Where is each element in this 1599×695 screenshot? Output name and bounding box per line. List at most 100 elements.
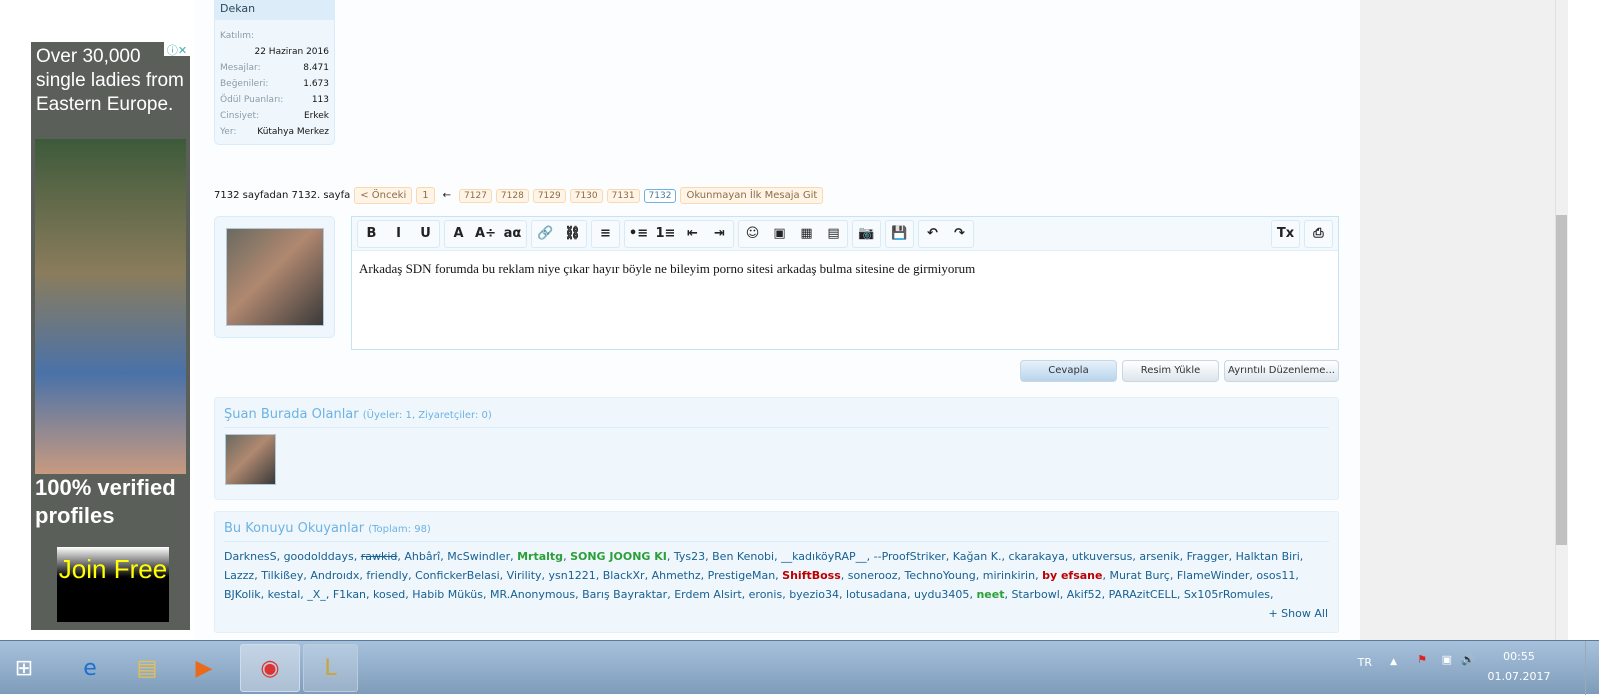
- toolbar-button[interactable]: 📷: [853, 226, 880, 241]
- reader-link[interactable]: ysn1221: [549, 569, 596, 582]
- page-link[interactable]: 7128: [495, 188, 529, 203]
- show-desktop-button[interactable]: [1585, 641, 1599, 695]
- reader-link[interactable]: --ProofStriker: [874, 550, 946, 563]
- toolbar-button[interactable]: 💾: [886, 226, 913, 241]
- reader-link[interactable]: Barış Bayraktar: [582, 588, 667, 601]
- reader-link[interactable]: Virility: [507, 569, 542, 582]
- toolbar-button[interactable]: 🔗: [532, 226, 559, 241]
- toolbar-button[interactable]: B: [358, 226, 385, 241]
- reader-link[interactable]: TechnoYoung: [905, 569, 976, 582]
- reader-link[interactable]: McSwindler: [447, 550, 510, 563]
- scrollbar-thumb[interactable]: [1556, 215, 1567, 545]
- league-of-legends-icon[interactable]: L: [303, 644, 358, 692]
- reader-link[interactable]: SONG JOONG KI: [570, 550, 667, 563]
- remove-format-button[interactable]: Tx: [1272, 226, 1299, 241]
- toolbar-button[interactable]: ↶: [919, 226, 946, 241]
- reader-link[interactable]: mirinkirin: [983, 569, 1035, 582]
- toolbar-button[interactable]: ☺: [739, 226, 766, 241]
- reader-link[interactable]: uydu3405: [914, 588, 969, 601]
- show-hidden-icons[interactable]: ▲: [1390, 657, 1397, 667]
- file-explorer-icon[interactable]: ▤: [120, 644, 174, 692]
- online-user-avatar[interactable]: [225, 434, 276, 485]
- toolbar-button[interactable]: I: [385, 226, 412, 241]
- toolbar-button[interactable]: •≡: [625, 226, 652, 241]
- upload-image-button[interactable]: Resim Yükle: [1122, 360, 1219, 382]
- ad-join-button[interactable]: Join Free: [57, 547, 169, 622]
- reader-link[interactable]: MR.Anonymous: [490, 588, 575, 601]
- toolbar-button[interactable]: A÷: [472, 226, 499, 241]
- reader-link[interactable]: kestal: [268, 588, 301, 601]
- toolbar-button[interactable]: ≡: [592, 226, 619, 241]
- toolbar-button[interactable]: ▤: [820, 226, 847, 241]
- clock-date[interactable]: 01.07.2017: [1484, 670, 1554, 683]
- page-link[interactable]: 7130: [569, 188, 603, 203]
- reader-link[interactable]: ckarakaya: [1008, 550, 1064, 563]
- reader-link[interactable]: __kadıköyRAP__: [781, 550, 867, 563]
- reader-link[interactable]: Mrtaltg: [517, 550, 563, 563]
- reader-link[interactable]: Murat Burç: [1109, 569, 1169, 582]
- reader-link[interactable]: friendly: [366, 569, 408, 582]
- reader-link[interactable]: BlackXr: [603, 569, 645, 582]
- prev-page-button[interactable]: < Önceki: [354, 187, 413, 204]
- reader-link[interactable]: Kağan K.: [953, 550, 1002, 563]
- unread-first-button[interactable]: Okunmayan İlk Mesaja Git: [680, 187, 824, 204]
- advanced-edit-button[interactable]: Ayrıntılı Düzenleme...: [1224, 360, 1339, 382]
- media-player-icon[interactable]: ▶: [177, 644, 231, 692]
- reader-link[interactable]: Ahmethz: [652, 569, 701, 582]
- toolbar-button[interactable]: aα: [499, 226, 526, 241]
- reader-link[interactable]: eronis: [749, 588, 783, 601]
- language-indicator[interactable]: TR: [1358, 656, 1372, 669]
- reader-link[interactable]: Sx105rRomules: [1184, 588, 1270, 601]
- reader-link[interactable]: ShiftBoss: [782, 569, 841, 582]
- reader-link[interactable]: rawkid: [361, 550, 398, 563]
- reply-button[interactable]: Cevapla: [1020, 360, 1117, 382]
- reader-link[interactable]: Akif52: [1067, 588, 1102, 601]
- toolbar-button[interactable]: ▦: [793, 226, 820, 241]
- toolbar-button[interactable]: 1≡: [652, 226, 679, 241]
- reader-link[interactable]: Ahbârî: [404, 550, 440, 563]
- reader-link[interactable]: kosed: [373, 588, 405, 601]
- reader-link[interactable]: Androıdx: [310, 569, 359, 582]
- internet-explorer-icon[interactable]: e: [63, 644, 117, 692]
- reader-link[interactable]: F1kan: [333, 588, 366, 601]
- toolbar-button[interactable]: U: [412, 226, 439, 241]
- toolbar-button[interactable]: ⇥: [706, 226, 733, 241]
- start-button[interactable]: ⊞: [0, 644, 48, 692]
- reader-link[interactable]: osos11: [1256, 569, 1295, 582]
- reader-link[interactable]: sonerooz: [848, 569, 898, 582]
- reader-link[interactable]: Tys23: [674, 550, 705, 563]
- reader-link[interactable]: ConfickerBelasi: [415, 569, 500, 582]
- message-input[interactable]: Arkadaş SDN forumda bu reklam niye çıkar…: [352, 251, 1338, 287]
- reader-link[interactable]: PARAzitCELL: [1109, 588, 1177, 601]
- reader-link[interactable]: PrestigeMan: [708, 569, 776, 582]
- chrome-icon[interactable]: ◉: [240, 644, 300, 692]
- toolbar-button[interactable]: ↷: [946, 226, 973, 241]
- reader-link[interactable]: utkuversus: [1072, 550, 1133, 563]
- reader-link[interactable]: Tilkißey: [261, 569, 303, 582]
- reply-editor[interactable]: B I U A A÷ aα 🔗 ⛓ ≡ •≡ 1≡ ⇤ ⇥ ☺ ▣ ▦ ▤ 📷 💾 ↶ ↷ Tx ⎙ Arkadaş SDN…: [351, 216, 1339, 350]
- clock-time[interactable]: 00:55: [1484, 650, 1554, 663]
- reader-link[interactable]: Erdem Alsirt: [674, 588, 741, 601]
- reader-link[interactable]: Fragger: [1187, 550, 1229, 563]
- toolbar-button[interactable]: A: [445, 226, 472, 241]
- page-link[interactable]: 7131: [606, 188, 640, 203]
- reader-link[interactable]: _X_: [307, 588, 326, 601]
- reader-link[interactable]: goodolddays: [284, 550, 354, 563]
- network-icon[interactable]: ▣: [1442, 653, 1452, 666]
- ad-close-icon[interactable]: ⓘ✕: [164, 42, 190, 57]
- toolbar-button[interactable]: ⇤: [679, 226, 706, 241]
- avatar[interactable]: [226, 228, 324, 326]
- reader-link[interactable]: Halktan Biri: [1236, 550, 1300, 563]
- toggle-source-button[interactable]: ⎙: [1305, 226, 1332, 241]
- current-page[interactable]: 7132: [643, 188, 677, 203]
- page-link[interactable]: 7127: [459, 188, 492, 203]
- reader-link[interactable]: BJKolik: [224, 588, 261, 601]
- reader-link[interactable]: Habib Müküs: [412, 588, 483, 601]
- first-page-button[interactable]: 1: [416, 187, 435, 204]
- page-link[interactable]: 7129: [532, 188, 566, 203]
- reader-link[interactable]: by efsane: [1042, 569, 1102, 582]
- volume-icon[interactable]: 🔊: [1461, 653, 1475, 666]
- reader-link[interactable]: neet: [976, 588, 1004, 601]
- show-all-link[interactable]: + Show All: [1268, 607, 1328, 620]
- reader-link[interactable]: arsenik: [1139, 550, 1179, 563]
